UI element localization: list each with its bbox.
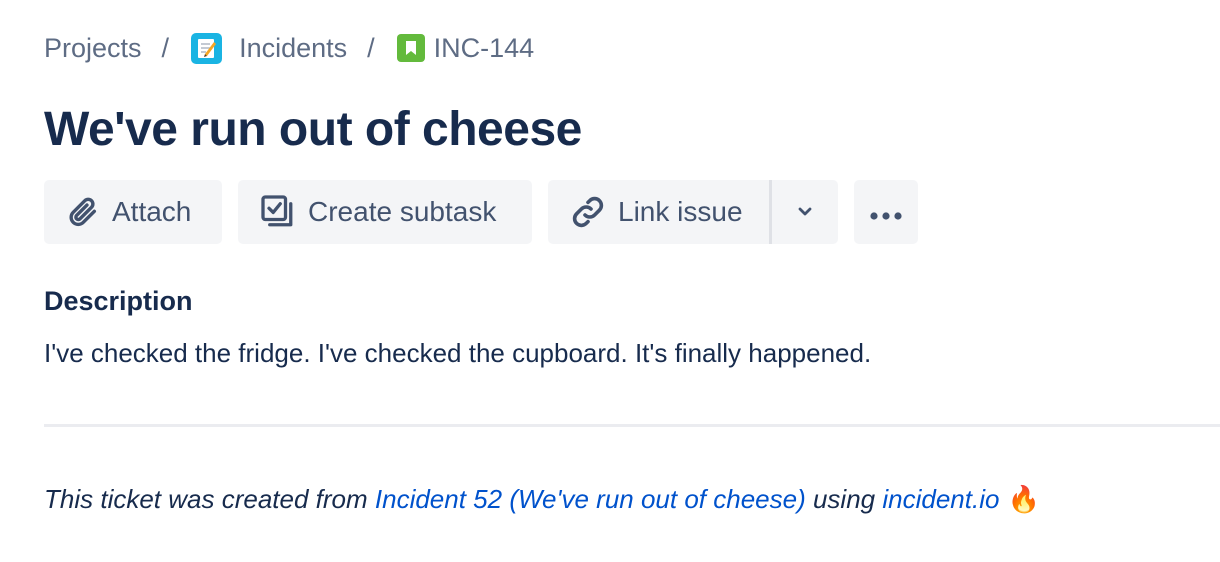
divider (44, 424, 1220, 427)
link-issue-label: Link issue (618, 196, 743, 227)
link-icon (570, 194, 606, 230)
link-issue-split-button: Link issue (548, 180, 838, 244)
incident-io-link[interactable]: incident.io (882, 484, 999, 514)
footer-prefix: This ticket was created from (44, 484, 368, 514)
breadcrumb-project-label: Incidents (239, 32, 348, 63)
incident-link[interactable]: Incident 52 (We've run out of cheese) (375, 484, 806, 514)
breadcrumb-separator: / (161, 32, 170, 63)
memo-icon (191, 32, 223, 64)
fire-emoji: 🔥 (1007, 484, 1040, 514)
breadcrumb-issue-key: INC-144 (433, 32, 535, 63)
subtask-icon (260, 194, 296, 230)
attach-button[interactable]: Attach (44, 180, 222, 244)
issue-page: Projects / Incidents / INC-144 We've run… (0, 0, 1220, 562)
issue-toolbar: Attach Create subtask Link issue (44, 180, 934, 244)
description-text[interactable]: I've checked the fridge. I've checked th… (44, 338, 871, 369)
description-heading: Description (44, 286, 193, 316)
bookmark-icon (396, 34, 425, 62)
more-icon (868, 196, 904, 228)
breadcrumb-project[interactable]: Incidents (191, 32, 348, 64)
breadcrumb-separator: / (367, 32, 375, 63)
create-subtask-label: Create subtask (308, 196, 497, 227)
attach-label: Attach (112, 196, 192, 227)
create-subtask-button[interactable]: Create subtask (238, 180, 532, 244)
issue-title[interactable]: We've run out of cheese (44, 100, 582, 160)
footer-note: This ticket was created from Incident 52… (44, 484, 1040, 515)
breadcrumb-projects[interactable]: Projects (44, 33, 142, 64)
chevron-down-icon (795, 196, 815, 228)
footer-middle: using (812, 484, 876, 514)
paperclip-icon (66, 195, 100, 229)
breadcrumb-issue[interactable]: INC-144 (396, 32, 535, 64)
link-issue-button[interactable]: Link issue (548, 180, 772, 244)
link-issue-dropdown-button[interactable] (772, 180, 838, 244)
more-actions-button[interactable] (854, 180, 918, 244)
breadcrumb: Projects / Incidents / INC-144 (44, 30, 534, 66)
